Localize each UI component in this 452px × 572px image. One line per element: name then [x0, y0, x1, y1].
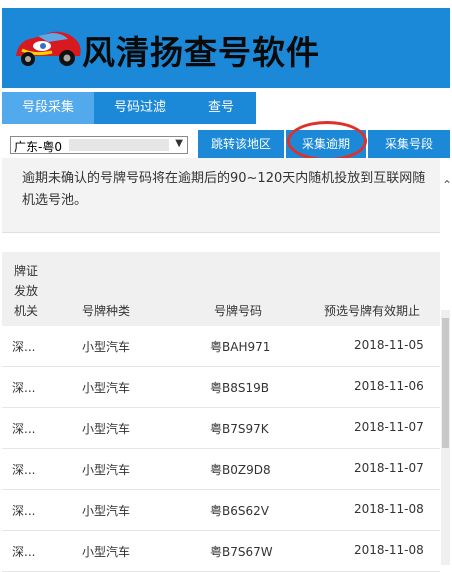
app-title: 风清扬查号软件 — [82, 33, 320, 72]
car-logo-icon — [12, 26, 84, 70]
app-header: 风清扬查号软件 — [2, 8, 450, 88]
tab-segment-collect[interactable]: 号段采集 — [2, 92, 94, 124]
cell-authority: 深... — [12, 545, 36, 559]
collect-overdue-button[interactable]: 采集逾期 — [286, 130, 366, 158]
cell-plate: 粤B7S97K — [210, 422, 269, 436]
cell-expiry: 2018-11-07 — [354, 420, 424, 434]
cell-plate: 粤BAH971 — [210, 340, 271, 354]
cell-plate: 粤B7S67W — [210, 545, 273, 559]
header-plate: 号牌号码 — [214, 304, 263, 318]
vertical-scrollbar[interactable] — [441, 310, 450, 565]
toolbar: 广东-粤0 ▼ 跳转该地区 采集逾期 采集号段 — [2, 130, 450, 158]
table-row[interactable]: 深... 小型汽车 粤B0Z9D8 2018-11-07 — [2, 449, 440, 490]
table-header: 牌证 发放 机关 号牌种类 号牌号码 预选号牌有效期止 — [2, 252, 440, 326]
scroll-thumb[interactable] — [442, 318, 449, 448]
cell-plate: 粤B0Z9D8 — [210, 463, 271, 477]
cell-expiry: 2018-11-05 — [354, 338, 424, 352]
tab-bar: 号段采集 号码过滤 查号 — [2, 92, 256, 124]
cell-authority: 深... — [12, 422, 36, 436]
table-row[interactable]: 深... 小型汽车 粤B7S67W 2018-11-08 — [2, 531, 440, 572]
cell-plate: 粤B8S19B — [210, 381, 269, 395]
cell-type: 小型汽车 — [82, 381, 131, 395]
cell-expiry: 2018-11-07 — [354, 461, 424, 475]
cell-authority: 深... — [12, 463, 36, 477]
selection-highlight — [69, 139, 169, 151]
plate-table: 牌证 发放 机关 号牌种类 号牌号码 预选号牌有效期止 深... 小型汽车 粤B… — [2, 252, 440, 572]
region-select[interactable]: 广东-粤0 ▼ — [10, 136, 188, 154]
cell-authority: 深... — [12, 340, 36, 354]
table-row[interactable]: 深... 小型汽车 粤B8S19B 2018-11-06 — [2, 367, 440, 408]
cell-type: 小型汽车 — [82, 422, 131, 436]
table-row[interactable]: 深... 小型汽车 粤B6S62V 2018-11-08 — [2, 490, 440, 531]
header-authority-2: 发放 — [14, 284, 39, 298]
header-authority-1: 牌证 — [14, 264, 39, 278]
notice-text: 逾期未确认的号牌号码将在逾期后的90~120天内随机投放到互联网随机选号池。 — [22, 171, 426, 208]
jump-region-button[interactable]: 跳转该地区 — [198, 130, 284, 158]
tab-number-filter[interactable]: 号码过滤 — [94, 92, 186, 124]
header-expiry: 预选号牌有效期止 — [324, 304, 421, 318]
table-row[interactable]: 深... 小型汽车 粤B7S97K 2018-11-07 — [2, 408, 440, 449]
cell-type: 小型汽车 — [82, 463, 131, 477]
notice-panel: 逾期未确认的号牌号码将在逾期后的90~120天内随机投放到互联网随机选号池。 — [2, 158, 440, 233]
scroll-up-icon[interactable]: ⌃ — [442, 178, 452, 192]
collect-segment-button[interactable]: 采集号段 — [368, 130, 450, 158]
header-type: 号牌种类 — [82, 304, 131, 318]
cell-expiry: 2018-11-06 — [354, 379, 424, 393]
table-row[interactable]: 深... 小型汽车 粤BAH971 2018-11-05 — [2, 326, 440, 367]
cell-expiry: 2018-11-08 — [354, 502, 424, 516]
cell-expiry: 2018-11-08 — [354, 543, 424, 557]
cell-type: 小型汽车 — [82, 504, 131, 518]
header-authority-3: 机关 — [14, 304, 39, 318]
region-select-value: 广东-粤0 — [14, 140, 62, 154]
cell-authority: 深... — [12, 504, 36, 518]
chevron-down-icon: ▼ — [175, 138, 183, 149]
cell-plate: 粤B6S62V — [210, 504, 269, 518]
cell-type: 小型汽车 — [82, 545, 131, 559]
cell-authority: 深... — [12, 381, 36, 395]
tab-lookup[interactable]: 查号 — [186, 92, 256, 124]
cell-type: 小型汽车 — [82, 340, 131, 354]
